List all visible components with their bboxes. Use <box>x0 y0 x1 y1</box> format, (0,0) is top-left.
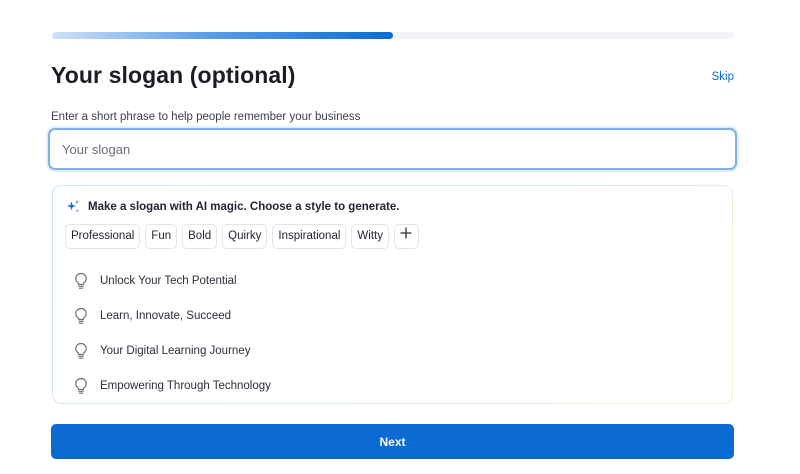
slogan-suggestion-list: Unlock Your Tech Potential Learn, Innova… <box>73 263 271 403</box>
slogan-field-label: Enter a short phrase to help people reme… <box>51 111 361 123</box>
add-style-button[interactable] <box>393 224 419 249</box>
style-chip-quirky[interactable]: Quirky <box>222 224 268 249</box>
skip-link[interactable]: Skip <box>712 71 734 83</box>
style-chip-professional[interactable]: Professional <box>65 224 141 249</box>
sparkle-icon <box>65 199 81 215</box>
slogan-suggestion[interactable]: Learn, Innovate, Succeed <box>73 298 271 333</box>
plus-icon <box>400 225 413 248</box>
style-chip-witty[interactable]: Witty <box>351 224 389 249</box>
lightbulb-icon <box>73 307 89 325</box>
ai-slogan-panel-body: Make a slogan with AI magic. Choose a st… <box>53 186 732 403</box>
style-chip-bold[interactable]: Bold <box>182 224 218 249</box>
ai-slogan-panel: Make a slogan with AI magic. Choose a st… <box>52 185 733 404</box>
ai-panel-heading: Make a slogan with AI magic. Choose a st… <box>88 201 400 213</box>
slogan-suggestion[interactable]: Your Digital Learning Journey <box>73 333 271 368</box>
ai-panel-header: Make a slogan with AI magic. Choose a st… <box>65 199 399 215</box>
suggestion-text: Empowering Through Technology <box>100 379 271 392</box>
slogan-input-wrapper <box>48 128 737 170</box>
page-title: Your slogan (optional) <box>51 62 296 88</box>
style-chip-group: Professional Fun Bold Quirky Inspiration… <box>65 224 419 249</box>
suggestion-text: Your Digital Learning Journey <box>100 344 251 357</box>
slogan-suggestion[interactable]: Unlock Your Tech Potential <box>73 263 271 298</box>
slogan-input[interactable] <box>50 130 735 168</box>
lightbulb-icon <box>73 272 89 290</box>
slogan-suggestion[interactable]: Empowering Through Technology <box>73 368 271 403</box>
progress-bar <box>52 32 734 39</box>
suggestion-text: Unlock Your Tech Potential <box>100 274 237 287</box>
next-button[interactable]: Next <box>51 424 734 459</box>
slogan-page: Your slogan (optional) Skip Enter a shor… <box>0 0 800 474</box>
suggestion-text: Learn, Innovate, Succeed <box>100 309 232 322</box>
style-chip-fun[interactable]: Fun <box>145 224 178 249</box>
lightbulb-icon <box>73 342 89 360</box>
progress-bar-fill <box>52 32 393 39</box>
style-chip-inspirational[interactable]: Inspirational <box>272 224 347 249</box>
lightbulb-icon <box>73 377 89 395</box>
